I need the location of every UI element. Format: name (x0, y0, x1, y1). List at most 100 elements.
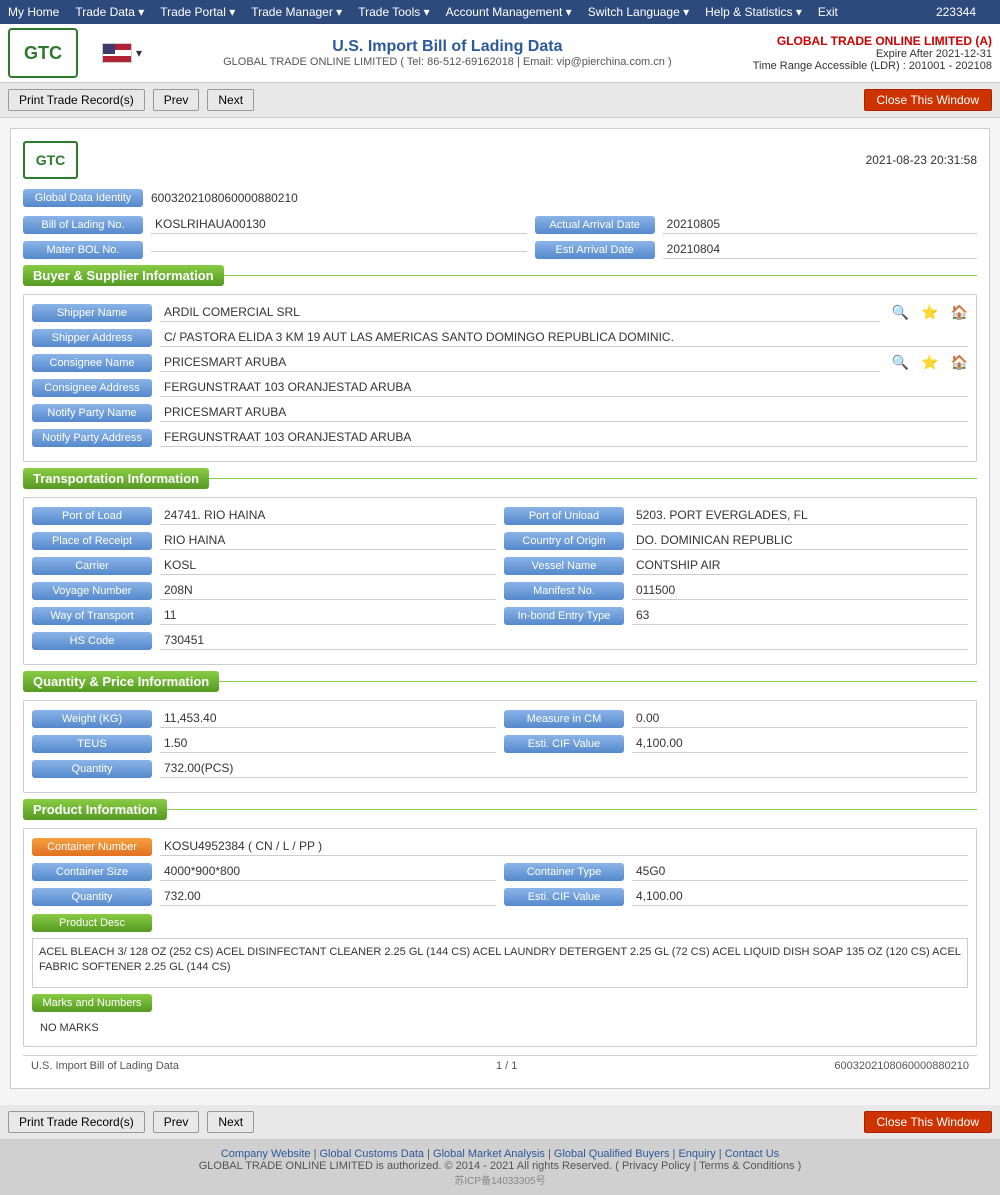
teus-cif-row: TEUS 1.50 Esti. CIF Value 4,100.00 (32, 734, 968, 753)
consignee-star-icon[interactable]: ⭐ (921, 354, 938, 371)
product-box: Container Number KOSU4952384 ( CN / L / … (23, 828, 977, 1047)
notify-party-address-label: Notify Party Address (32, 429, 152, 447)
footer-link-contact-us[interactable]: Contact Us (725, 1148, 779, 1160)
notify-party-name-value: PRICESMART ARUBA (160, 403, 968, 422)
flag-area[interactable]: ▾ (102, 43, 142, 63)
nav-help-statistics[interactable]: Help & Statistics ▾ (705, 5, 802, 19)
country-of-origin-value: DO. DOMINICAN REPUBLIC (632, 531, 968, 550)
container-size-type-row: Container Size 4000*900*800 Container Ty… (32, 862, 968, 881)
logo-text: GTC (24, 43, 62, 64)
consignee-home-icon[interactable]: 🏠 (951, 354, 968, 371)
transportation-section-header: Transportation Information (23, 468, 977, 489)
carrier-value: KOSL (160, 556, 496, 575)
nav-trade-data[interactable]: Trade Data ▾ (75, 5, 144, 19)
bol-label: Bill of Lading No. (23, 216, 143, 234)
shipper-star-icon[interactable]: ⭐ (921, 304, 938, 321)
transportation-line (209, 478, 977, 479)
prev-button-bottom[interactable]: Prev (153, 1111, 200, 1133)
footer-right: 6003202108060000880210 (834, 1060, 969, 1072)
next-button-bottom[interactable]: Next (207, 1111, 254, 1133)
product-desc-label: Product Desc (32, 914, 152, 932)
nav-buttons-bottom: Prev Next (153, 1111, 254, 1133)
buyer-supplier-line (224, 275, 977, 276)
footer-copyright: GLOBAL TRADE ONLINE LIMITED is authorize… (8, 1160, 992, 1172)
transportation-box: Port of Load 24741. RIO HAINA Port of Un… (23, 497, 977, 665)
in-bond-entry-type-label: In-bond Entry Type (504, 607, 624, 625)
print-button-bottom[interactable]: Print Trade Record(s) (8, 1111, 145, 1133)
next-button-top[interactable]: Next (207, 89, 254, 111)
hs-code-label: HS Code (32, 632, 152, 650)
measure-in-cm-label: Measure in CM (504, 710, 624, 728)
nav-trade-portal[interactable]: Trade Portal ▾ (160, 5, 235, 19)
master-bol-value (151, 247, 527, 252)
us-flag (102, 43, 132, 63)
vessel-name-label: Vessel Name (504, 557, 624, 575)
teus-label: TEUS (32, 735, 152, 753)
voyage-number-value: 208N (160, 581, 496, 600)
carrier-label: Carrier (32, 557, 152, 575)
shipper-name-label: Shipper Name (32, 304, 152, 322)
marks-numbers-value: NO MARKS (32, 1018, 968, 1038)
print-button-top[interactable]: Print Trade Record(s) (8, 89, 145, 111)
in-bond-entry-type-value: 63 (632, 606, 968, 625)
actual-arrival-date-value: 20210805 (663, 215, 977, 234)
quantity-price-title: Quantity & Price Information (23, 671, 219, 692)
port-of-load-label: Port of Load (32, 507, 152, 525)
product-esti-cif-value: 4,100.00 (632, 887, 968, 906)
time-range: Time Range Accessible (LDR) : 201001 - 2… (753, 60, 992, 72)
consignee-name-label: Consignee Name (32, 354, 152, 372)
close-button-bottom[interactable]: Close This Window (864, 1111, 992, 1133)
bol-row: Bill of Lading No. KOSLRIHAUA00130 Actua… (23, 215, 977, 234)
footer-link-company-website[interactable]: Company Website (221, 1148, 311, 1160)
shipper-home-icon[interactable]: 🏠 (951, 304, 968, 321)
nav-exit[interactable]: Exit (818, 5, 838, 19)
record-logo-text: GTC (36, 152, 66, 168)
record-logo-box: GTC (23, 141, 78, 179)
transport-inbond-row: Way of Transport 11 In-bond Entry Type 6… (32, 606, 968, 625)
close-button-top[interactable]: Close This Window (864, 89, 992, 111)
carrier-vessel-row: Carrier KOSL Vessel Name CONTSHIP AIR (32, 556, 968, 575)
bol-value: KOSLRIHAUA00130 (151, 215, 527, 234)
company-name: GLOBAL TRADE ONLINE LIMITED (A) (753, 34, 992, 48)
receipt-origin-row: Place of Receipt RIO HAINA Country of Or… (32, 531, 968, 550)
top-action-bar: Print Trade Record(s) Prev Next Close Th… (0, 83, 1000, 118)
product-quantity-cif-row: Quantity 732.00 Esti. CIF Value 4,100.00 (32, 887, 968, 906)
shipper-address-value: C/ PASTORA ELIDA 3 KM 19 AUT LAS AMERICA… (160, 328, 968, 347)
notify-party-address-row: Notify Party Address FERGUNSTRAAT 103 OR… (32, 428, 968, 447)
record-card: GTC 2021-08-23 20:31:58 Global Data Iden… (10, 128, 990, 1089)
footer-link-global-market[interactable]: Global Market Analysis (433, 1148, 545, 1160)
shipper-name-value: ARDIL COMERCIAL SRL (160, 303, 880, 322)
nav-trade-manager[interactable]: Trade Manager ▾ (251, 5, 342, 19)
global-data-id-label: Global Data Identity (23, 189, 143, 207)
transportation-title: Transportation Information (23, 468, 209, 489)
port-of-unload-label: Port of Unload (504, 507, 624, 525)
shipper-search-icon[interactable]: 🔍 (892, 304, 909, 321)
nav-trade-tools[interactable]: Trade Tools ▾ (358, 5, 429, 19)
header-bar: GTC ▾ U.S. Import Bill of Lading Data GL… (0, 24, 1000, 83)
product-desc-value: ACEL BLEACH 3/ 128 OZ (252 CS) ACEL DISI… (32, 938, 968, 988)
esti-cif-value: 4,100.00 (632, 734, 968, 753)
footer-link-global-customs[interactable]: Global Customs Data (320, 1148, 425, 1160)
main-content: GTC 2021-08-23 20:31:58 Global Data Iden… (0, 118, 1000, 1105)
weight-kg-label: Weight (KG) (32, 710, 152, 728)
bottom-action-bar: Print Trade Record(s) Prev Next Close Th… (0, 1105, 1000, 1140)
voyage-number-label: Voyage Number (32, 582, 152, 600)
consignee-search-icon[interactable]: 🔍 (892, 354, 909, 371)
product-desc-row: Product Desc (32, 912, 968, 932)
top-nav: My Home Trade Data ▾ Trade Portal ▾ Trad… (0, 0, 1000, 24)
prev-button-top[interactable]: Prev (153, 89, 200, 111)
subtitle: GLOBAL TRADE ONLINE LIMITED ( Tel: 86-51… (142, 56, 753, 68)
nav-counter: 223344 (936, 5, 976, 19)
nav-account-management[interactable]: Account Management ▾ (446, 5, 572, 19)
footer-link-global-qualified[interactable]: Global Qualified Buyers (554, 1148, 670, 1160)
nav-my-home[interactable]: My Home (8, 5, 59, 19)
title-area: U.S. Import Bill of Lading Data GLOBAL T… (142, 38, 753, 68)
record-date: 2021-08-23 20:31:58 (866, 153, 977, 167)
manifest-no-label: Manifest No. (504, 582, 624, 600)
place-of-receipt-label: Place of Receipt (32, 532, 152, 550)
logo-area: GTC (8, 28, 78, 78)
container-number-row: Container Number KOSU4952384 ( CN / L / … (32, 837, 968, 856)
footer-link-enquiry[interactable]: Enquiry (678, 1148, 715, 1160)
container-number-value: KOSU4952384 ( CN / L / PP ) (160, 837, 968, 856)
nav-switch-language[interactable]: Switch Language ▾ (588, 5, 689, 19)
